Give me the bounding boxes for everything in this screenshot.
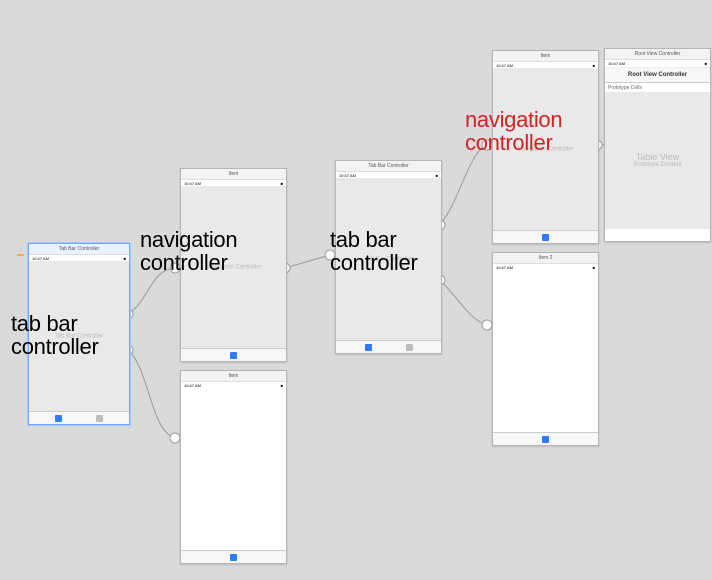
label-tab-bar-controller-1: tab bar controller bbox=[11, 312, 98, 359]
label-navigation-controller-2: navigation controller bbox=[465, 108, 562, 155]
tab-bar bbox=[181, 550, 286, 563]
label-navigation-controller-1: navigation controller bbox=[140, 228, 237, 275]
scene-title: Item bbox=[493, 51, 598, 62]
label-tab-bar-controller-2: tab bar controller bbox=[330, 228, 417, 275]
tab-bar bbox=[336, 340, 441, 353]
tab-bar bbox=[493, 230, 598, 243]
navigation-bar-title: Root View Controller bbox=[605, 68, 710, 83]
storyboard-canvas[interactable]: Tab Bar Controller 10:47 AM■ Tab Bar Con… bbox=[0, 0, 712, 580]
tab-bar bbox=[493, 432, 598, 445]
tab-icon bbox=[365, 344, 372, 351]
scene-body bbox=[493, 270, 598, 433]
scene-body bbox=[181, 388, 286, 551]
placeholder-text: Table View Prototype Content bbox=[605, 152, 710, 170]
scene-title: Root View Controller bbox=[605, 49, 710, 60]
tab-icon bbox=[542, 436, 549, 443]
scene-item-2[interactable]: Item 2 10:47 AM■ bbox=[492, 252, 599, 446]
scene-title: Item bbox=[181, 371, 286, 382]
scene-title: Item bbox=[181, 169, 286, 180]
tab-icon bbox=[230, 352, 237, 359]
tab-icon bbox=[96, 415, 103, 422]
tab-bar bbox=[181, 348, 286, 361]
scene-root-view-controller[interactable]: Root View Controller 10:47 AM■ Root View… bbox=[604, 48, 711, 242]
status-bar: 10:47 AM■ bbox=[605, 60, 710, 68]
scene-title: Item 2 bbox=[493, 253, 598, 264]
scene-item-1[interactable]: Item 10:47 AM■ bbox=[180, 370, 287, 564]
tab-icon bbox=[55, 415, 62, 422]
scene-title: Tab Bar Controller bbox=[336, 161, 441, 172]
tab-bar bbox=[29, 411, 129, 424]
tab-icon bbox=[542, 234, 549, 241]
tab-icon bbox=[406, 344, 413, 351]
scene-title: Tab Bar Controller bbox=[29, 244, 129, 255]
scene-body: Table View Prototype Content bbox=[605, 92, 710, 229]
tab-icon bbox=[230, 554, 237, 561]
